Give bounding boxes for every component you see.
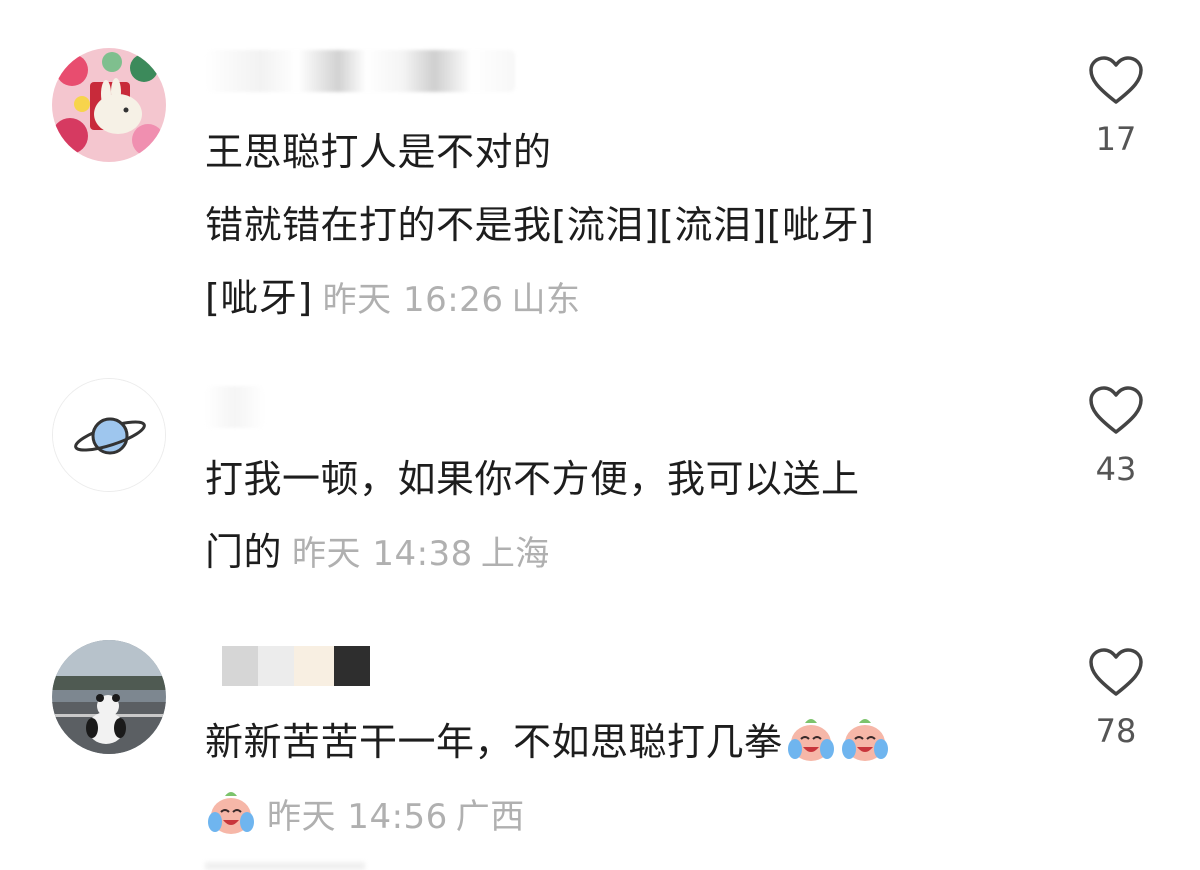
- comment-time: 昨天 14:56: [267, 797, 448, 837]
- comment-meta: 昨天 16:26 山东: [323, 280, 589, 320]
- comment-location: 山东: [511, 280, 581, 320]
- comment-meta: 昨天 14:38 上海: [292, 534, 558, 574]
- comment-line: [呲牙]: [205, 276, 313, 320]
- comment-time: 昨天 14:38: [292, 534, 473, 574]
- username-blurred[interactable]: [205, 386, 265, 428]
- comment-text: 打我一顿，如果你不方便，我可以送上 门的 昨天 14:38 上海: [205, 443, 1005, 591]
- comment-line: 打我一顿，如果你不方便，我可以送上: [205, 457, 860, 501]
- comment-line: 王思聪打人是不对的: [205, 130, 552, 174]
- like-count: 17: [1095, 120, 1137, 158]
- user-avatar[interactable]: [52, 48, 166, 162]
- user-avatar[interactable]: [52, 640, 166, 754]
- comment-text: 新新苦苦干一年，不如思聪打几拳 昨天 14:56 广西: [205, 706, 1005, 854]
- heart-outline-icon: [1089, 386, 1143, 434]
- next-comment-blurred: [205, 862, 365, 870]
- like-count: 78: [1095, 712, 1137, 750]
- crying-laughing-emoji-icon: [839, 713, 891, 765]
- crying-laughing-emoji-icon: [785, 713, 837, 765]
- heart-outline-icon: [1089, 56, 1143, 104]
- like-button[interactable]: 78: [1086, 648, 1146, 750]
- like-count: 43: [1095, 450, 1137, 488]
- comment-line: 门的: [205, 530, 283, 574]
- like-button[interactable]: 43: [1086, 386, 1146, 488]
- username-blurred[interactable]: [222, 646, 382, 686]
- comment-location: 上海: [480, 534, 550, 574]
- username-blurred[interactable]: [205, 50, 515, 92]
- heart-outline-icon: [1089, 648, 1143, 696]
- comment-time: 昨天 16:26: [322, 280, 504, 320]
- comment-location: 广西: [455, 797, 525, 837]
- comment-line: 错就错在打的不是我[流泪][流泪][呲牙]: [205, 203, 875, 247]
- comment-meta: 昨天 14:56 广西: [267, 797, 533, 837]
- user-avatar[interactable]: [52, 378, 166, 492]
- comment-line: 新新苦苦干一年，不如思聪打几拳: [205, 720, 783, 764]
- like-button[interactable]: 17: [1086, 56, 1146, 158]
- crying-laughing-emoji-icon: [205, 786, 257, 838]
- comment-text: 王思聪打人是不对的 错就错在打的不是我[流泪][流泪][呲牙] [呲牙] 昨天 1…: [205, 116, 1005, 337]
